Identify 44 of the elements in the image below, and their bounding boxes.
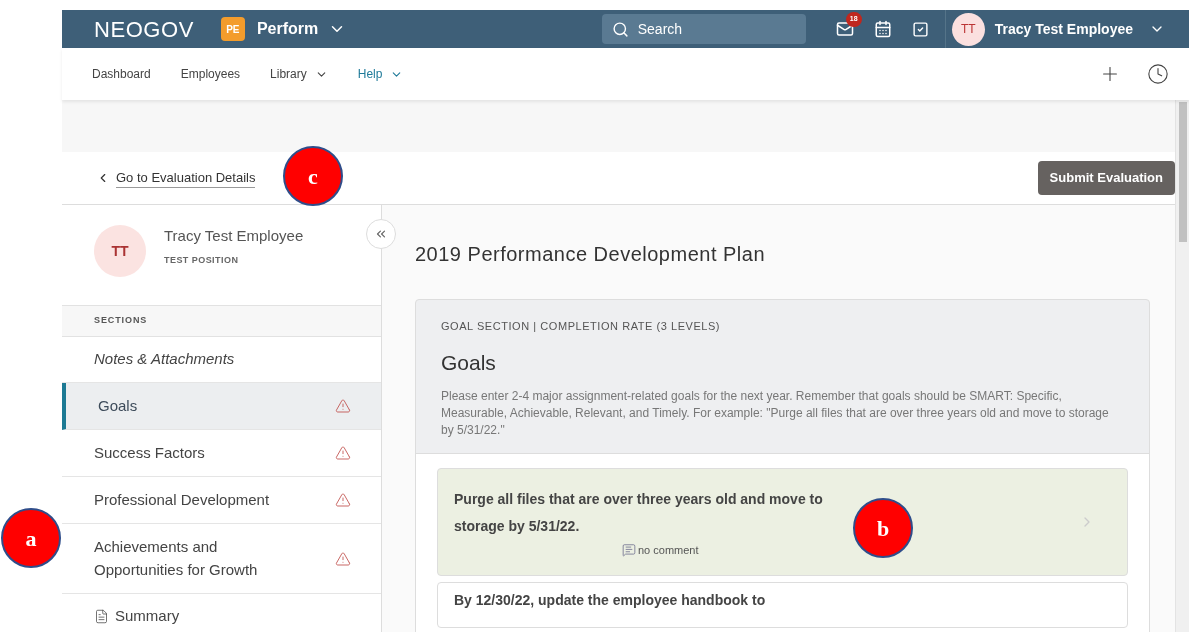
section-item[interactable]: Summary [62,594,381,632]
section-eyebrow: GOAL SECTION | COMPLETION RATE (3 LEVELS) [441,319,722,334]
collapse-button[interactable] [366,219,396,249]
back-link[interactable]: Go to Evaluation Details [96,167,256,189]
plan-title: 2019 Performance Development Plan [415,242,767,267]
callout-marker: c [283,146,343,206]
inbox-button[interactable] [835,20,854,38]
section-item[interactable]: Goals [62,383,381,430]
logo[interactable]: NEOGOV [94,12,194,46]
section-title: Goals [441,349,497,376]
checkbox-icon [911,20,929,38]
document-icon [94,609,109,624]
goal-text: By 12/30/22, update the employee handbook to [454,591,767,610]
clock-icon[interactable] [1147,63,1169,85]
goal-card[interactable]: By 12/30/22, update the employee handbook to [437,582,1128,628]
tasks-button[interactable] [911,20,929,38]
user-avatar[interactable]: TT [951,12,985,46]
nav-item[interactable]: Help [357,65,404,83]
comment-icon [622,543,636,557]
scrollbar[interactable] [1175,100,1189,632]
product-menu[interactable]: Perform [256,17,347,41]
goal-text: Purge all files that are over three years old and move to storage by 5/31/22. [454,489,824,536]
submit-button[interactable]: Submit Evaluation [1037,161,1175,195]
callout-marker: a [1,508,61,568]
section-item[interactable]: Professional Development [62,477,381,524]
mail-icon [835,20,854,38]
nav-item[interactable]: Library [270,65,328,83]
employee-avatar: TT [94,225,146,277]
nav-item[interactable]: Dashboard [92,65,151,83]
user-menu[interactable]: Tracy Test Employee [994,18,1165,40]
calendar-icon [873,20,892,38]
sections-heading: SECTIONS [94,314,148,328]
double-chevron-icon [374,227,388,241]
section-description: Please enter 2-4 major assignment-related goals for the next year. Remember that goals should be SMART: Specific, Measurable, Achievable, Relevant, and Timely. For example: "Purge all files that are over three years old and move to storage by 5/31/22." [441,388,1110,439]
employee-name: Tracy Test Employee [164,226,304,246]
calendar-button[interactable] [873,20,892,38]
section-item[interactable]: Success Factors [62,430,381,477]
search-field[interactable]: Search [601,14,806,44]
employee-position: TEST POSITION [164,253,240,267]
comment-text: no comment [638,542,699,558]
product-badge: PE [220,17,245,41]
section-item[interactable]: Achievements and Opportunities for Growth [62,524,381,594]
search-icon [611,21,629,38]
nav-item[interactable]: Employees [180,65,241,83]
